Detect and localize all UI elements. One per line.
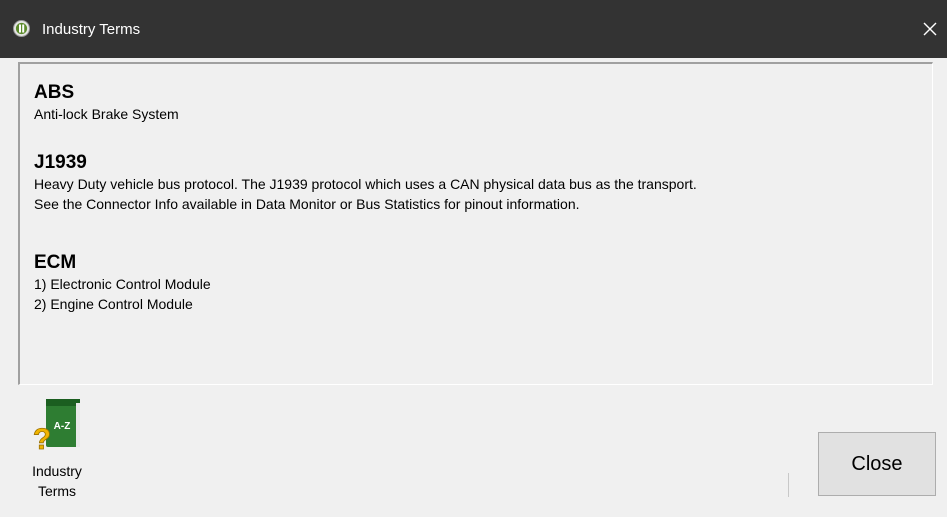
term-name: ECM — [34, 252, 77, 273]
term-abs: ABS Anti-lock Brake System — [34, 82, 179, 124]
bottom-toolbar: A-Z ? Industry Terms Close — [0, 385, 947, 517]
window-title: Industry Terms — [42, 21, 141, 38]
term-ecm: ECM 1) Electronic Control Module 2) Engi… — [34, 252, 211, 314]
window-close-button[interactable] — [913, 12, 947, 46]
term-description: 2) Engine Control Module — [34, 296, 193, 312]
book-label: A-Z — [54, 421, 71, 432]
term-description: Heavy Duty vehicle bus protocol. The J19… — [34, 176, 697, 192]
question-mark-icon: ? — [33, 423, 51, 455]
industry-terms-label-line2: Terms — [37, 483, 77, 499]
term-description: Anti-lock Brake System — [34, 106, 179, 122]
industry-terms-label-line1: Industry — [32, 463, 82, 479]
app-logo-icon — [13, 20, 30, 37]
industry-terms-label: Industry Terms — [14, 461, 100, 501]
divider — [788, 473, 789, 497]
title-bar: Industry Terms — [0, 0, 947, 58]
industry-terms-button[interactable]: A-Z ? Industry Terms — [14, 397, 100, 507]
term-description: 1) Electronic Control Module — [34, 276, 211, 292]
term-j1939: J1939 Heavy Duty vehicle bus protocol. T… — [34, 152, 697, 214]
terms-panel: ABS Anti-lock Brake System J1939 Heavy D… — [18, 62, 933, 385]
dictionary-book-icon: A-Z ? — [32, 399, 80, 455]
term-name: J1939 — [34, 152, 87, 173]
close-button[interactable]: Close — [818, 432, 936, 496]
term-description: See the Connector Info available in Data… — [34, 196, 580, 212]
close-icon — [923, 22, 937, 36]
term-name: ABS — [34, 82, 75, 103]
